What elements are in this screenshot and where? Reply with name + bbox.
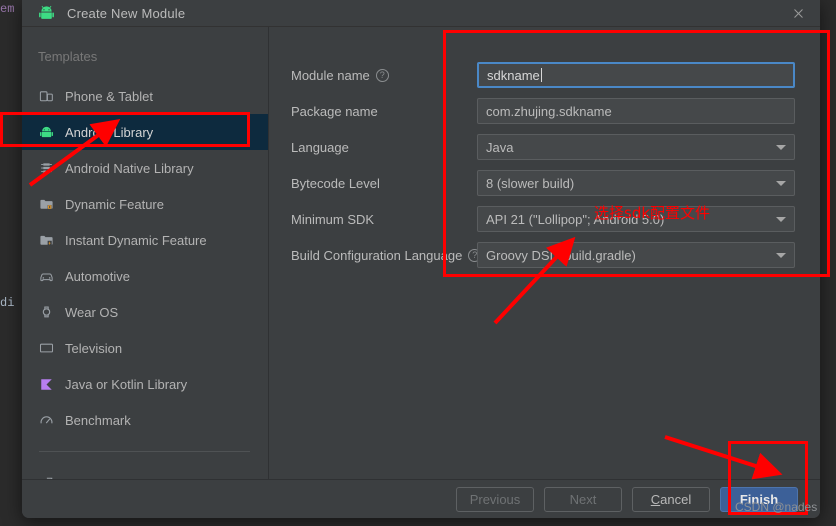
close-icon[interactable] [776,0,820,27]
background-code-fragment-top: em [0,2,15,16]
dialog-footer: Previous Next Cancel Finish [22,479,820,518]
sidebar-item-android-library[interactable]: Android Library [22,114,268,150]
field-label: Module name ? [291,68,477,83]
create-new-module-dialog: Create New Module Templates Phone & Tabl… [22,0,820,518]
form-row-build-configuration-language: Build Configuration Language ? Groovy DS… [269,237,820,273]
tv-icon [38,340,54,356]
sidebar-item-benchmark[interactable]: Benchmark [22,402,268,438]
sidebar-item-label: Wear OS [65,304,119,320]
sidebar-item-label: Instant Dynamic Feature [65,232,207,248]
sidebar-item-label: Java or Kotlin Library [65,376,188,392]
form-row-minimum-sdk: Minimum SDK API 21 ("Lollipop"; Android … [269,201,820,237]
sidebar-item-label: Android Library [65,124,154,140]
instant-dynamic-feature-icon [38,232,54,248]
select-value: Groovy DSL (build.gradle) [486,247,636,263]
sidebar-divider [39,451,250,452]
select-value: Java [486,139,514,155]
dialog-title: Create New Module [67,5,186,21]
chevron-down-icon [776,144,786,150]
screenshot-root: em di Create New Module Templates Phone … [0,0,836,526]
input-value: com.zhujing.sdkname [486,103,612,119]
build-configuration-language-select[interactable]: Groovy DSL (build.gradle) [477,242,795,268]
package-name-input[interactable]: com.zhujing.sdkname [477,98,795,124]
finish-button[interactable]: Finish [720,486,798,512]
form-row-bytecode-level: Bytecode Level 8 (slower build) [269,165,820,201]
sidebar-item-dynamic-feature[interactable]: Dynamic Feature [22,186,268,222]
sidebar-item-automotive[interactable]: Automotive [22,258,268,294]
help-icon[interactable]: ? [375,68,389,82]
sidebar-item-label: Phone & Tablet [65,88,153,104]
sidebar-item-instant-dynamic-feature[interactable]: Instant Dynamic Feature [22,222,268,258]
sidebar-item-label: Automotive [65,268,131,284]
cancel-button[interactable]: Cancel [632,486,710,512]
module-name-input[interactable]: sdkname [477,62,795,88]
minimum-sdk-select[interactable]: API 21 ("Lollipop"; Android 5.0) [477,206,795,232]
bytecode-level-select[interactable]: 8 (slower build) [477,170,795,196]
sidebar-item-android-native-library[interactable]: Android Native Library [22,150,268,186]
sidebar-item-wear-os[interactable]: Wear OS [22,294,268,330]
previous-button[interactable]: Previous [456,486,534,512]
sidebar-item-phone-tablet[interactable]: Phone & Tablet [22,78,268,114]
dialog-titlebar: Create New Module [22,0,820,27]
module-form-panel: Module name ? sdkname Package name com.z… [269,27,820,479]
language-select[interactable]: Java [477,134,795,160]
background-code-fragment-mid: di [0,296,15,310]
phone-tablet-icon [38,88,54,104]
sidebar-item-television[interactable]: Television [22,330,268,366]
dynamic-feature-icon [38,196,54,212]
text-caret [540,68,542,82]
car-icon [38,268,54,284]
android-icon [38,5,55,22]
field-label: Build Configuration Language ? [291,248,482,263]
sidebar-item-label: Android Native Library [65,160,194,176]
chevron-down-icon [776,252,786,258]
next-button[interactable]: Next [544,486,622,512]
watch-icon [38,304,54,320]
templates-panel: Templates Phone & Tablet Android Library… [22,27,269,491]
sidebar-item-java-or-kotlin-library[interactable]: Java or Kotlin Library [22,366,268,402]
cancel-mnemonic: C [650,491,661,507]
field-label: Bytecode Level [291,175,380,191]
benchmark-icon [38,412,54,428]
android-icon [38,124,54,140]
cancel-label-rest: ancel [660,491,692,507]
field-label: Package name [291,103,378,119]
field-label: Minimum SDK [291,211,375,227]
form-row-package-name: Package name com.zhujing.sdkname [269,93,820,129]
form-row-language: Language Java [269,129,820,165]
sidebar-item-label: Television [65,340,123,356]
sidebar-item-label: Benchmark [65,412,131,428]
sidebar-item-label: Dynamic Feature [65,196,164,212]
dialog-body: Templates Phone & Tablet Android Library… [22,27,820,491]
form-row-module-name: Module name ? sdkname [269,57,820,93]
kotlin-icon [38,376,54,392]
input-value: sdkname [487,67,540,83]
chevron-down-icon [776,180,786,186]
select-value: 8 (slower build) [486,175,575,191]
select-value: API 21 ("Lollipop"; Android 5.0) [486,211,665,227]
templates-header: Templates [38,49,98,64]
native-library-icon [38,160,54,176]
field-label: Language [291,139,349,155]
chevron-down-icon [776,216,786,222]
